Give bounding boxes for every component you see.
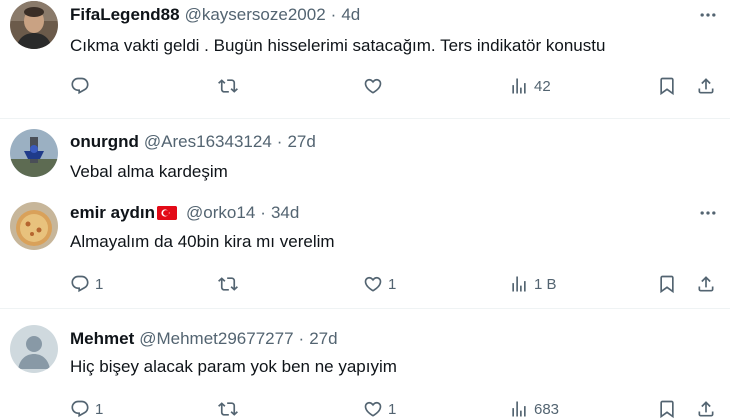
retweet-icon: [218, 399, 238, 419]
reply-icon: [70, 274, 90, 294]
views-icon: [509, 274, 529, 294]
tweet[interactable]: onurgnd @Ares16343124 · 27d Vebal alma k…: [0, 119, 730, 192]
display-name[interactable]: FifaLegend88: [70, 5, 180, 25]
views-count: 42: [534, 77, 551, 95]
separator: ·: [260, 203, 266, 222]
tweet-header: onurgnd @Ares16343124 · 27d: [70, 131, 316, 153]
avatar[interactable]: [10, 129, 58, 177]
more-icon[interactable]: [696, 202, 720, 224]
share-button[interactable]: [696, 74, 716, 98]
like-button[interactable]: [363, 74, 388, 98]
share-button[interactable]: [696, 272, 716, 296]
bookmark-button[interactable]: [657, 272, 677, 296]
views-button[interactable]: 42: [509, 74, 551, 98]
like-icon: [363, 274, 383, 294]
retweet-button[interactable]: [218, 397, 243, 420]
action-bar: 42: [0, 74, 730, 98]
tweet[interactable]: Mehmet @Mehmet29677277 · 27d Hiç bişey a…: [0, 309, 730, 420]
like-button[interactable]: 1: [363, 397, 396, 420]
separator: ·: [276, 132, 283, 151]
reply-icon: [70, 399, 90, 419]
bookmark-icon: [657, 274, 677, 294]
bookmark-button[interactable]: [657, 74, 677, 98]
separator: ·: [298, 329, 305, 348]
views-icon: [509, 399, 529, 419]
views-button[interactable]: 683: [509, 397, 559, 420]
share-button[interactable]: [696, 397, 716, 420]
timestamp[interactable]: 34d: [271, 203, 299, 223]
user-handle[interactable]: @orko14: [186, 203, 255, 223]
views-icon: [509, 76, 529, 96]
retweet-icon: [218, 76, 238, 96]
retweet-icon: [218, 274, 238, 294]
tweet-text: Almayalım da 40bin kira mı verelim: [70, 232, 335, 251]
views-count: 683: [534, 400, 560, 418]
tweet[interactable]: emir aydın @orko14 · 34d Almayalım da 40…: [0, 192, 730, 307]
share-icon: [696, 76, 716, 96]
tweet-text: Vebal alma kardeşim: [70, 162, 228, 181]
tweet-text: Hiç bişey alacak param yok ben ne yapıyi…: [70, 357, 397, 376]
timestamp[interactable]: 27d: [287, 132, 315, 152]
like-icon: [363, 399, 383, 419]
like-count: 1: [388, 275, 397, 293]
timestamp[interactable]: 27d: [309, 329, 337, 349]
display-name[interactable]: Mehmet: [70, 329, 134, 349]
display-name[interactable]: onurgnd: [70, 132, 139, 152]
tweet-text: Cıkma vakti geldi . Bugün hisselerimi sa…: [70, 36, 606, 55]
avatar[interactable]: [10, 325, 58, 373]
avatar[interactable]: [10, 202, 58, 250]
reply-button[interactable]: 1: [70, 397, 103, 420]
action-bar: 1 1 683: [0, 397, 730, 420]
tweet[interactable]: FifaLegend88 @kaysersoze2002 · 4d Cıkma …: [0, 0, 730, 120]
reply-count: 1: [95, 275, 104, 293]
views-count: 1 B: [534, 275, 557, 293]
like-count: 1: [388, 400, 397, 418]
like-button[interactable]: 1: [363, 272, 396, 296]
timestamp[interactable]: 4d: [341, 5, 360, 25]
like-icon: [363, 76, 383, 96]
turkey-flag-icon: [157, 206, 178, 220]
views-button[interactable]: 1 B: [509, 272, 557, 296]
user-handle[interactable]: @Ares16343124: [144, 132, 272, 152]
retweet-button[interactable]: [218, 272, 243, 296]
reply-button[interactable]: [70, 74, 95, 98]
display-name[interactable]: emir aydın: [70, 203, 155, 223]
reply-button[interactable]: 1: [70, 272, 103, 296]
reply-count: 1: [95, 400, 104, 418]
share-icon: [696, 274, 716, 294]
bookmark-icon: [657, 399, 677, 419]
avatar[interactable]: [10, 1, 58, 49]
bookmark-icon: [657, 76, 677, 96]
separator: ·: [330, 5, 337, 24]
tweet-header: FifaLegend88 @kaysersoze2002 · 4d: [70, 4, 360, 26]
user-handle[interactable]: @Mehmet29677277: [139, 329, 293, 349]
action-bar: 1 1 1 B: [0, 272, 730, 296]
tweet-header: emir aydın @orko14 · 34d: [70, 202, 299, 224]
bookmark-button[interactable]: [657, 397, 677, 420]
tweet-header: Mehmet @Mehmet29677277 · 27d: [70, 328, 338, 350]
share-icon: [696, 399, 716, 419]
more-icon[interactable]: [696, 4, 720, 26]
reply-icon: [70, 76, 90, 96]
user-handle[interactable]: @kaysersoze2002: [185, 5, 326, 25]
retweet-button[interactable]: [218, 74, 243, 98]
